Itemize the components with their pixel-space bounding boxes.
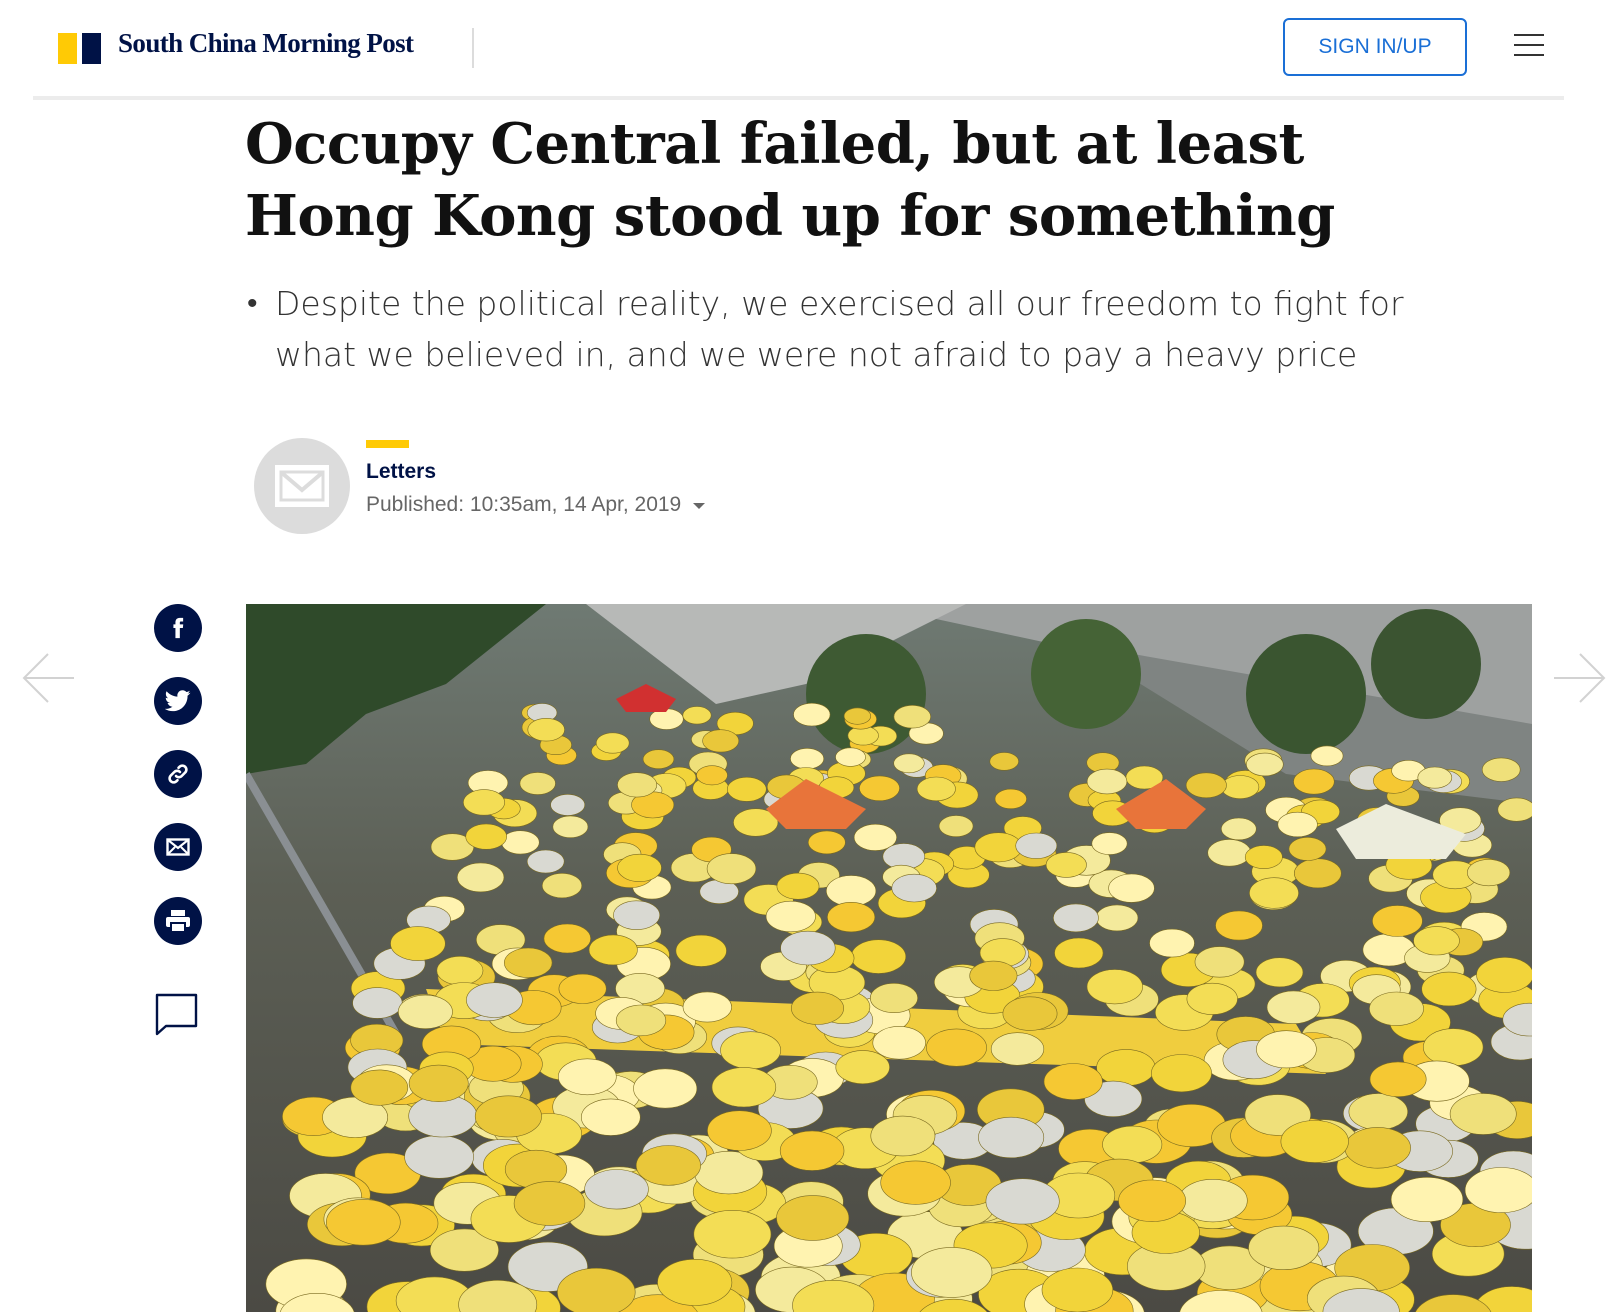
summary-item: • Despite the political reality, we exer… — [245, 278, 1405, 380]
published-date: Published: 10:35am, 14 Apr, 2019 — [366, 493, 706, 517]
facebook-icon[interactable] — [154, 604, 202, 652]
published-text: Published: 10:35am, 14 Apr, 2019 — [366, 493, 682, 516]
comment-icon[interactable] — [154, 992, 200, 1038]
author-avatar[interactable] — [254, 438, 350, 534]
header-divider — [472, 28, 474, 68]
summary-text: Despite the political reality, we exerci… — [275, 284, 1404, 374]
sign-in-button[interactable]: SIGN IN/UP — [1283, 18, 1467, 76]
envelope-icon — [275, 465, 329, 507]
email-icon[interactable] — [154, 823, 202, 871]
author-name[interactable]: Letters — [366, 460, 436, 484]
arrow-right-icon[interactable] — [1554, 652, 1606, 704]
arrow-left-icon[interactable] — [22, 652, 74, 704]
author-accent-bar — [366, 440, 409, 448]
link-icon[interactable] — [154, 750, 202, 798]
article-summary: • Despite the political reality, we exer… — [245, 278, 1405, 380]
logo-icon[interactable] — [58, 33, 101, 64]
site-header: South China Morning Post SIGN IN/UP — [33, 0, 1564, 100]
bullet-icon: • — [247, 286, 258, 321]
chevron-down-icon[interactable] — [693, 503, 706, 509]
menu-icon[interactable] — [1512, 30, 1548, 60]
photo-icon — [246, 604, 1532, 1312]
article-hero-image[interactable] — [246, 604, 1532, 1312]
article-headline: Occupy Central failed, but at least Hong… — [245, 111, 1335, 249]
brand-name[interactable]: South China Morning Post — [118, 28, 414, 59]
print-icon[interactable] — [154, 897, 202, 945]
twitter-icon[interactable] — [154, 677, 202, 725]
